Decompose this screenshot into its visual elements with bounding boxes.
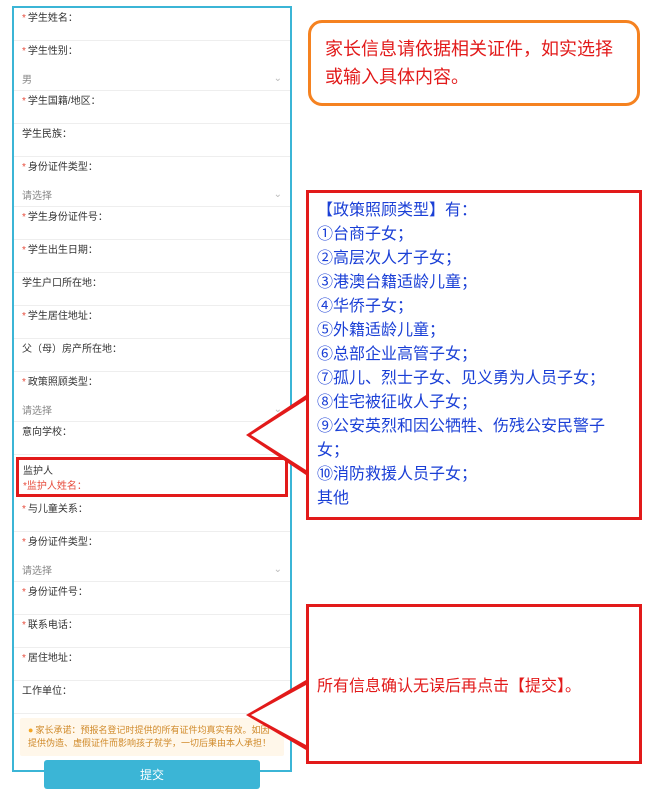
label: 学生居住地址： — [28, 311, 98, 322]
policy-header: 【政策照顾类型】有： — [317, 199, 631, 223]
label: 联系电话： — [28, 620, 78, 631]
submit-label: 提交 — [140, 768, 164, 782]
callout-parent-info: 家长信息请依据相关证件，如实选择或输入具体内容。 — [308, 20, 640, 106]
label: 学生身份证件号： — [28, 212, 108, 223]
submit-button[interactable]: 提交 — [44, 760, 260, 789]
label: 居住地址： — [28, 653, 78, 664]
policy-item: ③港澳台籍适龄儿童； — [317, 271, 631, 295]
policy-item: ①台商子女； — [317, 223, 631, 247]
chevron-down-icon: ⌄ — [274, 73, 282, 84]
field-relation[interactable]: *与儿童关系： — [14, 499, 290, 532]
label: 学生性别： — [28, 46, 78, 57]
policy-item: ②高层次人才子女； — [317, 247, 631, 271]
guardian-name-label: *监护人姓名： — [23, 477, 281, 492]
policy-item: ⑧住宅被征收人子女； — [317, 391, 631, 415]
field-student-address[interactable]: *学生居住地址： — [14, 306, 290, 339]
warning-icon: ● — [28, 725, 33, 735]
label: 身份证件类型： — [28, 162, 98, 173]
label: 学生户口所在地： — [22, 278, 102, 289]
policy-item: ⑨公安英烈和因公牺牲、伤残公安民警子女； — [317, 415, 631, 463]
policy-item: 其他 — [317, 487, 631, 511]
field-id-type[interactable]: 请选择 ⌄ — [14, 185, 290, 207]
disclaimer-banner: ●家长承诺：预报名登记时提供的所有证件均真实有效。如因提供伪造、虚假证件而影响孩… — [20, 718, 284, 756]
selected-value: 男 — [22, 71, 32, 86]
label: 身份证件类型： — [28, 537, 98, 548]
policy-item: ⑤外籍适龄儿童； — [317, 319, 631, 343]
placeholder: 请选择 — [22, 187, 52, 202]
callout-policy-types: 【政策照顾类型】有： ①台商子女； ②高层次人才子女； ③港澳台籍适龄儿童； ④… — [306, 190, 642, 520]
label: 政策照顾类型： — [28, 377, 98, 388]
policy-item: ⑩消防救援人员子女； — [317, 463, 631, 487]
policy-item: ④华侨子女； — [317, 295, 631, 319]
field-student-gender-label: *学生性别： — [14, 41, 290, 69]
chevron-down-icon: ⌄ — [274, 189, 282, 200]
callout-submit-confirm: 所有信息确认无误后再点击【提交】。 — [306, 604, 642, 764]
field-student-id-number[interactable]: *学生身份证件号： — [14, 207, 290, 240]
field-id-type-label: *身份证件类型： — [14, 157, 290, 185]
guardian-section-title: 监护人 — [23, 462, 281, 477]
field-student-birthdate[interactable]: *学生出生日期： — [14, 240, 290, 273]
field-student-ethnicity[interactable]: 学生民族： — [14, 124, 290, 157]
label: 学生出生日期： — [28, 245, 98, 256]
field-phone[interactable]: *联系电话： — [14, 615, 290, 648]
arrow-pointer-icon — [246, 680, 306, 750]
callout-parent-info-text: 家长信息请依据相关证件，如实选择或输入具体内容。 — [325, 39, 613, 87]
label: 学生民族： — [22, 129, 72, 140]
field-student-nationality[interactable]: *学生国籍/地区： — [14, 91, 290, 124]
field-guardian-id-type-label: *身份证件类型： — [14, 532, 290, 560]
label: 父（母）房产所在地： — [22, 344, 122, 355]
policy-item: ⑥总部企业高管子女； — [317, 343, 631, 367]
field-guardian-address[interactable]: *居住地址： — [14, 648, 290, 681]
field-parent-property[interactable]: 父（母）房产所在地： — [14, 339, 290, 372]
label: 学生姓名： — [28, 13, 78, 24]
phone-form-frame: *学生姓名： *学生性别： 男 ⌄ *学生国籍/地区： 学生民族： *身份证件类… — [12, 6, 292, 772]
field-guardian-id-type[interactable]: 请选择 ⌄ — [14, 560, 290, 582]
arrow-pointer-icon — [246, 395, 306, 475]
disclaimer-text: 家长承诺：预报名登记时提供的所有证件均真实有效。如因提供伪造、虚假证件而影响孩子… — [28, 725, 271, 748]
placeholder: 请选择 — [22, 562, 52, 577]
field-guardian-id-number[interactable]: *身份证件号： — [14, 582, 290, 615]
label: 工作单位： — [22, 686, 72, 697]
chevron-down-icon: ⌄ — [274, 564, 282, 575]
field-student-name[interactable]: *学生姓名： — [14, 8, 290, 41]
field-student-gender[interactable]: 男 ⌄ — [14, 69, 290, 91]
label: 意向学校： — [22, 427, 72, 438]
field-student-hukou[interactable]: 学生户口所在地： — [14, 273, 290, 306]
label: 身份证件号： — [28, 587, 88, 598]
label: 与儿童关系： — [28, 504, 88, 515]
label: 学生国籍/地区： — [28, 96, 101, 107]
policy-item: ⑦孤儿、烈士子女、见义勇为人员子女； — [317, 367, 631, 391]
placeholder: 请选择 — [22, 402, 52, 417]
callout-submit-text: 所有信息确认无误后再点击【提交】。 — [317, 672, 581, 696]
